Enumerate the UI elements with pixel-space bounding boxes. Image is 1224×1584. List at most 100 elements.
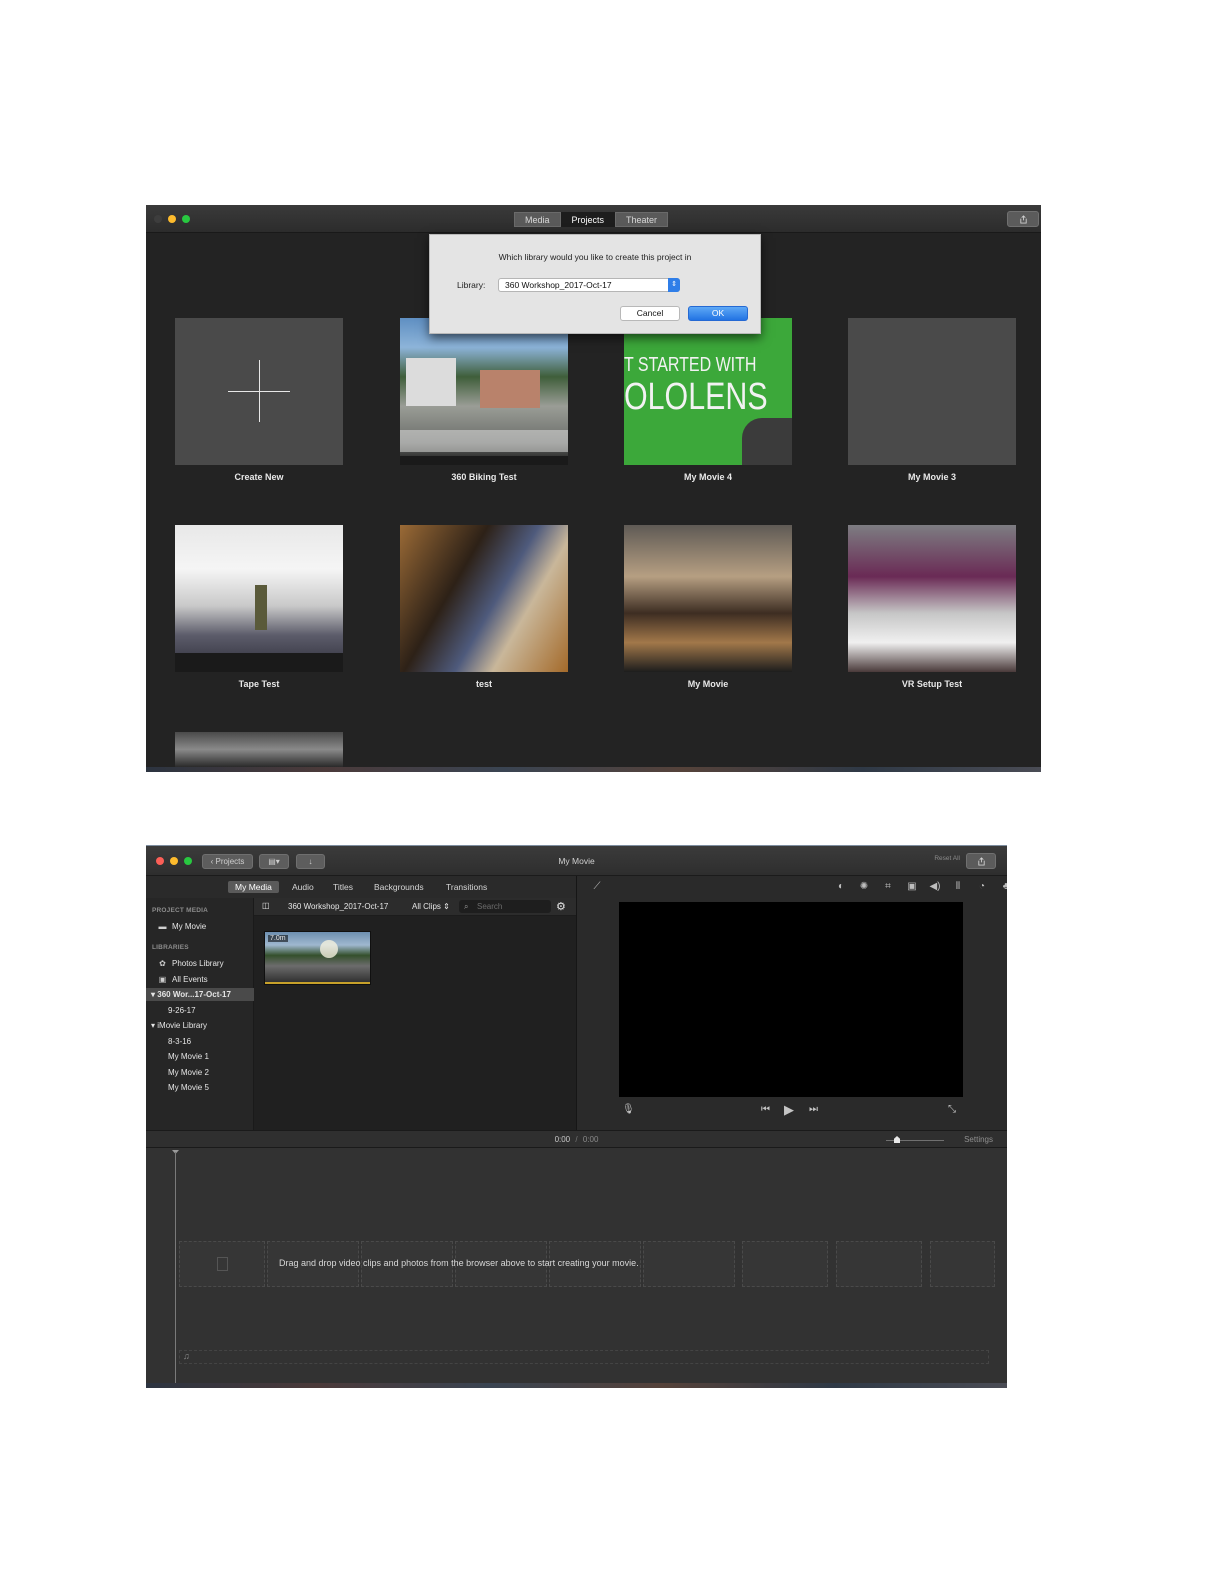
microphone-icon[interactable]: 🎙︎ [622, 1104, 635, 1115]
library-sidebar: PROJECT MEDIA ▬ My Movie LIBRARIES ✿ Photo… [146, 898, 254, 1130]
project-media-heading: PROJECT MEDIA [152, 907, 209, 914]
magic-wand-icon[interactable]: ⟋ [591, 882, 603, 892]
sidebar-item-event[interactable]: 8-3-16 [168, 1035, 191, 1048]
project-thumbnail[interactable] [175, 732, 343, 767]
dialog-question: Which library would you like to create t… [498, 252, 692, 262]
close-button[interactable] [154, 215, 162, 223]
project-thumbnail[interactable] [848, 525, 1016, 672]
reset-all-button[interactable]: Reset All [934, 855, 960, 862]
sidebar-item-photos-library[interactable]: ✿ Photos Library [158, 957, 224, 970]
timeline[interactable]: Drag and drop video clips and photos fro… [146, 1148, 1007, 1388]
project-label: My Movie [687, 679, 729, 689]
title-bar: Media Projects Theater [146, 205, 1041, 233]
clip-filter-select[interactable]: All Clips ⇕ [412, 902, 450, 911]
library-select[interactable]: 360 Workshop_2017-Oct-17 ⇕ [498, 278, 680, 292]
drop-zone[interactable] [836, 1241, 922, 1287]
drop-zone[interactable] [643, 1241, 735, 1287]
drop-zone[interactable] [930, 1241, 995, 1287]
share-button[interactable] [966, 853, 996, 869]
tab-theater[interactable]: Theater [615, 212, 669, 227]
thumbnail-text: T STARTED WITH [624, 354, 757, 376]
share-icon [1019, 214, 1027, 224]
project-label: VR Setup Test [901, 679, 963, 689]
sidebar-item-event[interactable]: My Movie 2 [168, 1066, 209, 1079]
sidebar-item-my-movie[interactable]: ▬ My Movie [158, 920, 207, 933]
project-thumbnail[interactable] [400, 525, 568, 672]
tab-transitions[interactable]: Transitions [439, 881, 494, 893]
crop-icon[interactable]: ⌗ [882, 882, 894, 892]
tab-projects[interactable]: Projects [560, 212, 616, 227]
filter-icon[interactable]: ♣ [1000, 882, 1007, 892]
zoom-button[interactable] [182, 215, 190, 223]
library-label: Library: [457, 280, 486, 290]
total-time: 0:00 [582, 1135, 599, 1144]
project-thumbnail[interactable] [175, 525, 343, 672]
desktop-strip [146, 1383, 1007, 1388]
project-label: My Movie 4 [683, 472, 732, 482]
project-thumbnail[interactable]: T STARTED WITH OLOLENS [624, 318, 792, 465]
timeline-header: 0:00 / 0:00 Settings [146, 1130, 1007, 1148]
tab-audio[interactable]: Audio [285, 881, 321, 893]
pane-divider [576, 876, 577, 1130]
gear-icon[interactable]: ⚙ [556, 900, 566, 913]
fullscreen-icon[interactable]: ⤡ [948, 1104, 956, 1115]
sidebar-item-label: All Events [172, 975, 208, 984]
clip-duration: 7.0m [268, 935, 288, 942]
tab-titles[interactable]: Titles [326, 881, 360, 893]
thumbnail-text: OLOLENS [624, 376, 768, 418]
window-title: My Movie [558, 856, 595, 866]
speed-icon[interactable]: ◔ [976, 882, 988, 892]
sidebar-toggle-icon[interactable]: ◫ [262, 901, 270, 910]
play-icon[interactable]: ▶ [784, 1102, 794, 1118]
updown-arrows-icon: ⇕ [440, 902, 450, 911]
video-viewer[interactable] [619, 902, 963, 1097]
sidebar-item-all-events[interactable]: ▣ All Events [158, 973, 208, 986]
desktop-strip [146, 767, 1041, 772]
equalizer-icon[interactable]: ⫴ [952, 882, 964, 892]
project-thumbnail[interactable] [848, 318, 1016, 465]
skip-back-icon[interactable]: ⏮︎ [761, 1104, 770, 1115]
playhead[interactable] [175, 1152, 176, 1384]
video-clip[interactable]: 7.0m [264, 931, 371, 985]
sidebar-item-label: My Movie [172, 922, 207, 931]
volume-icon[interactable]: ◀) [929, 882, 941, 892]
sidebar-item-label: Photos Library [172, 959, 224, 968]
timecode: 0:00 / 0:00 [146, 1135, 1007, 1144]
color-balance-icon[interactable]: ◐ [835, 882, 847, 892]
project-thumbnail[interactable] [624, 525, 792, 672]
clapper-icon: ▬ [158, 922, 167, 931]
sidebar-item-event[interactable]: My Movie 1 [168, 1050, 209, 1063]
viewer-toolbar: ⟋ ◐ ✺ ⌗ ▣ ◀) ⫴ ◔ ♣ ⓘ [577, 876, 1008, 898]
cancel-button[interactable]: Cancel [620, 306, 680, 321]
sidebar-item-event[interactable]: My Movie 5 [168, 1081, 209, 1094]
library-dialog: Which library would you like to create t… [429, 234, 761, 334]
project-label: My Movie 3 [907, 472, 956, 482]
skip-forward-icon[interactable]: ⏭︎ [809, 1104, 818, 1115]
tab-backgrounds[interactable]: Backgrounds [367, 881, 431, 893]
sidebar-item-label: 360 Wor...17-Oct-17 [157, 990, 231, 999]
share-button[interactable] [1007, 211, 1039, 227]
drop-hint: Drag and drop video clips and photos fro… [279, 1258, 639, 1268]
search-input[interactable]: ⌕ Search [459, 900, 551, 913]
share-icon [977, 856, 985, 866]
sidebar-item-imovie-library[interactable]: ▾ iMovie Library [151, 1019, 207, 1032]
audio-lane[interactable]: ♫ [179, 1350, 989, 1364]
current-time: 0:00 [554, 1135, 571, 1144]
project-label: Tape Test [238, 679, 280, 689]
color-correction-icon[interactable]: ✺ [858, 882, 870, 892]
settings-button[interactable]: Settings [964, 1135, 993, 1144]
drop-zone[interactable] [742, 1241, 828, 1287]
view-segmented-control: Media Projects Theater [514, 212, 669, 227]
sidebar-item-360-workshop[interactable]: ▾ 360 Wor...17-Oct-17 [151, 988, 231, 1001]
media-browser: 7.0m [254, 916, 576, 1130]
stabilization-icon[interactable]: ▣ [906, 882, 918, 892]
tab-my-media[interactable]: My Media [228, 881, 279, 893]
project-thumbnail[interactable] [400, 318, 568, 465]
sidebar-item-event[interactable]: 9-26-17 [168, 1004, 196, 1017]
drop-zone[interactable] [179, 1241, 265, 1287]
title-bar: ‹ Projects ▤▾ ↓ My Movie [146, 846, 1007, 876]
ok-button[interactable]: OK [688, 306, 748, 321]
tab-media[interactable]: Media [514, 212, 561, 227]
minimize-button[interactable] [168, 215, 176, 223]
plus-icon[interactable] [175, 318, 343, 465]
